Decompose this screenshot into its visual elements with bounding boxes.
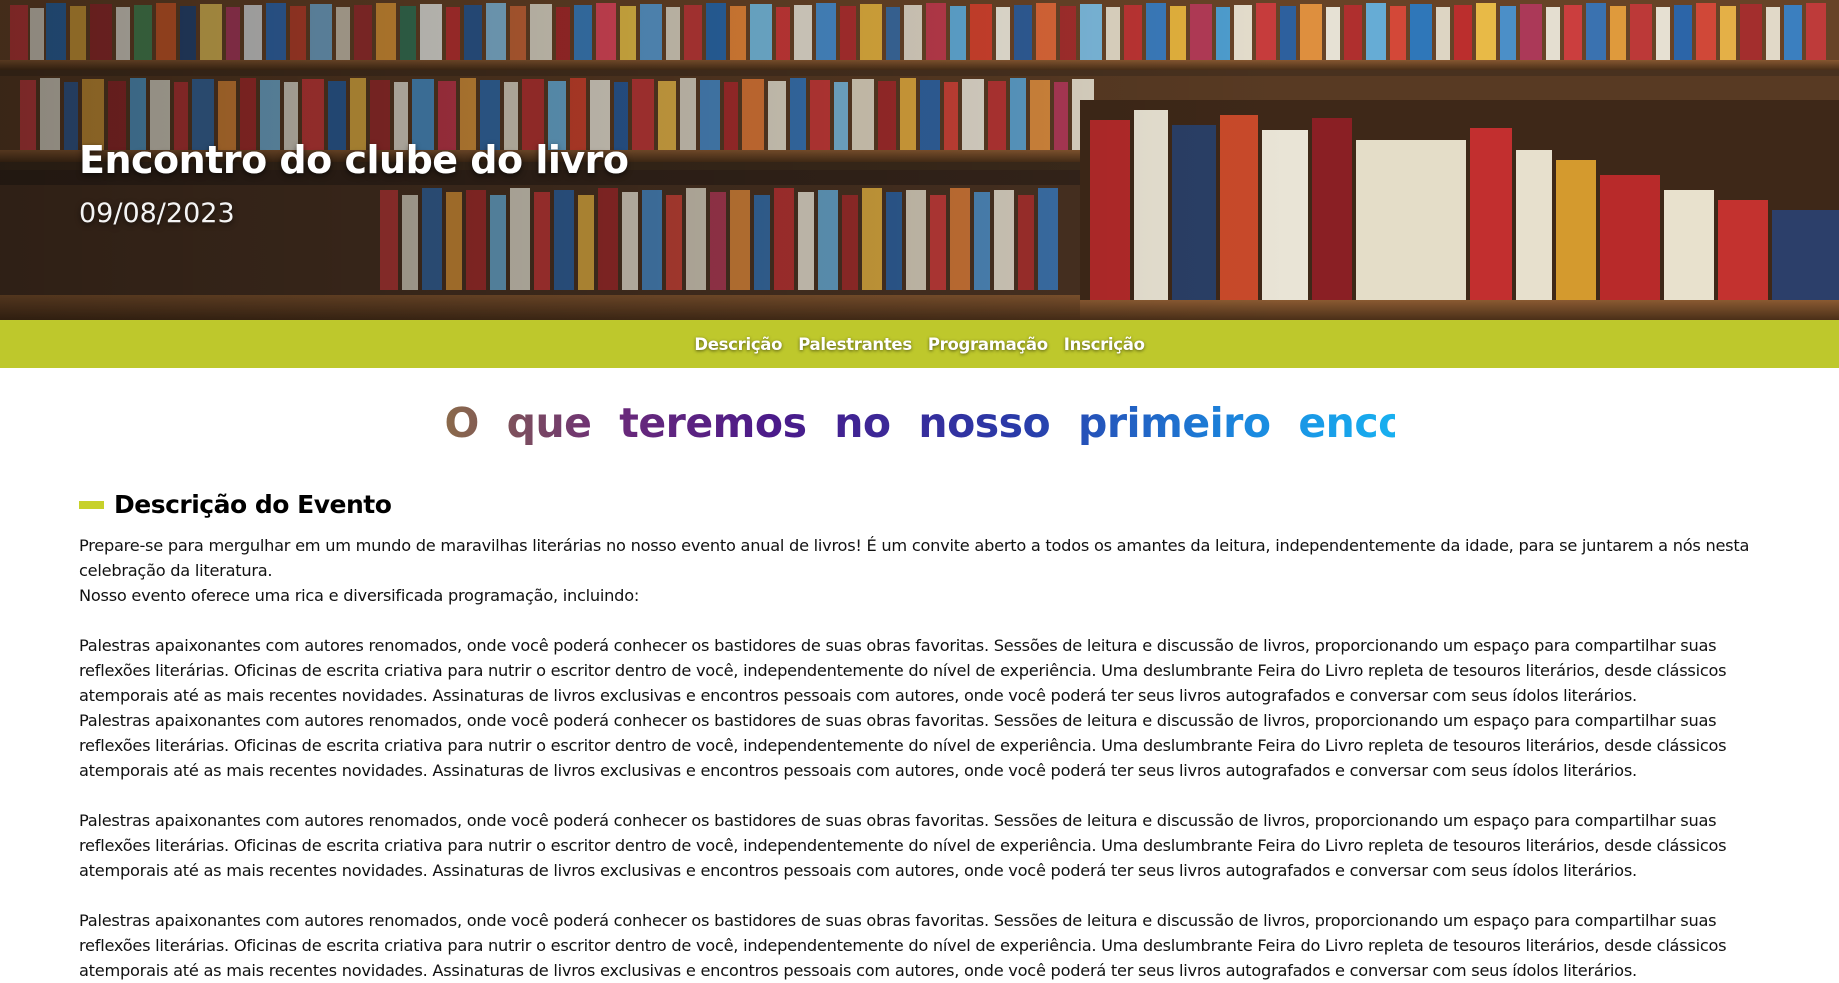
nav-link-palestrantes[interactable]: Palestrantes xyxy=(798,335,912,354)
description-paragraph: Palestras apaixonantes com autores renom… xyxy=(79,911,1727,980)
hero-banner: Encontro do clube do livro 09/08/2023 xyxy=(0,0,1839,320)
section-title: Descrição do Evento xyxy=(114,490,392,519)
description-intro: Prepare-se para mergulhar em um mundo de… xyxy=(79,536,1750,580)
description-lead: Nosso evento oferece uma rica e diversif… xyxy=(79,586,640,605)
section-header: Descrição do Evento xyxy=(79,490,1760,519)
description-paragraph: Palestras apaixonantes com autores renom… xyxy=(79,711,1727,780)
nav-link-programacao[interactable]: Programação xyxy=(928,335,1048,354)
nav-link-descricao[interactable]: Descrição xyxy=(694,335,782,354)
headline-text: O que teremos no nosso primeiro encontro… xyxy=(444,399,1395,445)
headline: O que teremos no nosso primeiro encontro… xyxy=(0,399,1839,445)
description-paragraph: Palestras apaixonantes com autores renom… xyxy=(79,811,1727,880)
main-content: Descrição do Evento Prepare-se para merg… xyxy=(0,490,1839,983)
event-date: 09/08/2023 xyxy=(79,198,235,229)
description-paragraph: Palestras apaixonantes com autores renom… xyxy=(79,636,1727,705)
main-nav: Descrição Palestrantes Programação Inscr… xyxy=(0,320,1839,368)
nav-link-inscricao[interactable]: Inscrição xyxy=(1064,335,1145,354)
event-description: Prepare-se para mergulhar em um mundo de… xyxy=(79,533,1769,983)
event-title: Encontro do clube do livro xyxy=(79,138,629,182)
section-accent-bar xyxy=(79,500,104,509)
